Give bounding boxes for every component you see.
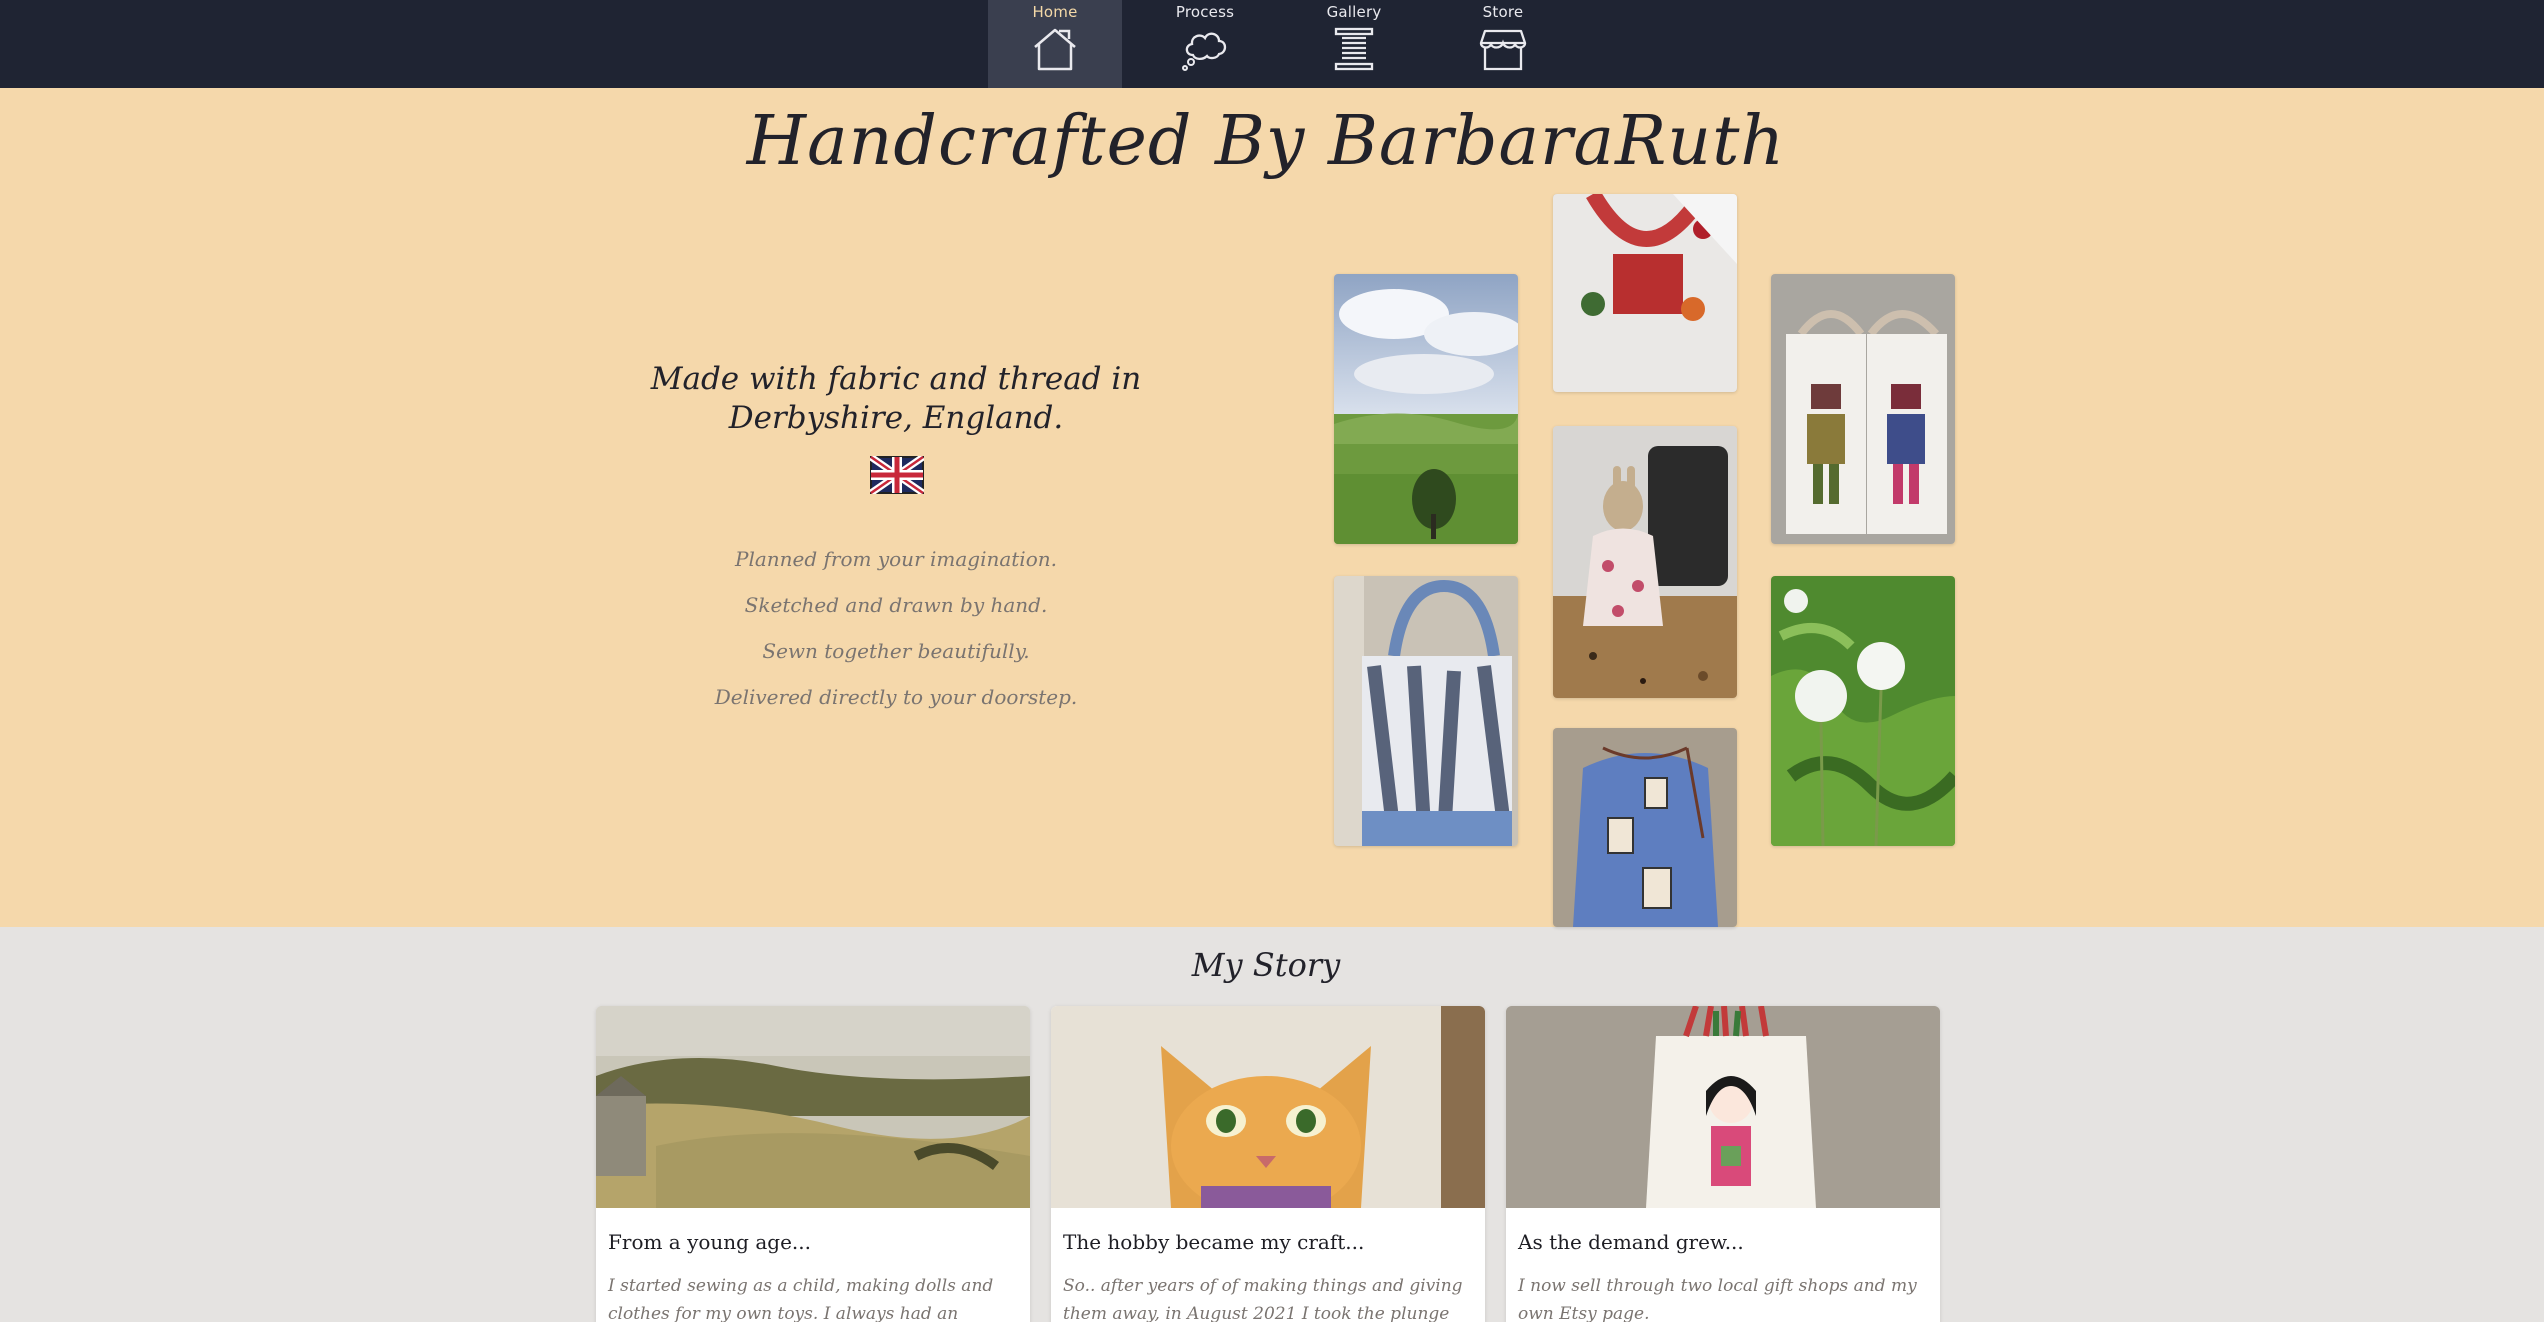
tile-dandelion-photo[interactable]: [1771, 576, 1955, 846]
story-heading: My Story: [1191, 946, 1341, 984]
nav-item-gallery[interactable]: Gallery: [1287, 0, 1421, 88]
story-card-young-age[interactable]: From a young age... I started sewing as …: [596, 1006, 1030, 1322]
thought-cloud-icon: [1182, 32, 1227, 71]
card-title: The hobby became my craft...: [1063, 1230, 1365, 1254]
card-text: I started sewing as a child, making doll…: [608, 1276, 994, 1322]
hero-tagline: Made with fabric and thread in Derbyshir…: [650, 361, 1142, 436]
story-card-hobby[interactable]: The hobby became my craft... So.. after …: [1051, 1006, 1485, 1322]
hero-steps-list: Planned from your imagination. Sketched …: [560, 536, 1232, 720]
hero-step: Planned from your imagination.: [734, 547, 1057, 571]
story-card-demand[interactable]: As the demand grew... I now sell through…: [1506, 1006, 1940, 1322]
nav-item-label: Process: [1175, 3, 1235, 21]
card-title: As the demand grew...: [1518, 1230, 1744, 1254]
tile-tote-bag-photo[interactable]: [1334, 576, 1518, 846]
top-navbar: Home Process Gallery Store: [0, 0, 2544, 96]
card-image-girl-pencil-case: [1506, 1006, 1940, 1208]
tile-countryside-photo[interactable]: [1334, 274, 1518, 544]
hero-section: Handcrafted By BarbaraRuth Made with fab…: [0, 88, 2544, 927]
tile-appliqued-bag-photo[interactable]: [1553, 194, 1737, 392]
site-title: Handcrafted By BarbaraRuth: [746, 102, 1786, 181]
tile-rabbit-doll-photo[interactable]: [1553, 426, 1737, 698]
union-jack-flag-icon: [870, 456, 924, 494]
nav-item-home[interactable]: Home: [988, 0, 1122, 96]
storefront-icon: [1479, 29, 1527, 71]
tile-drawstring-bag-photo[interactable]: [1553, 728, 1737, 927]
thread-spool-icon: [1334, 27, 1374, 71]
tile-robot-bags-photo[interactable]: [1771, 274, 1955, 544]
nav-item-process[interactable]: Process: [1138, 0, 1272, 88]
card-title: From a young age...: [608, 1230, 811, 1254]
card-text: I now sell through two local gift shops …: [1518, 1276, 1917, 1322]
hero-step: Delivered directly to your doorstep.: [714, 685, 1078, 709]
hero-step: Sketched and drawn by hand.: [744, 593, 1048, 617]
card-image-landscape: [596, 1006, 1030, 1208]
card-text: So.. after years of of making things and…: [1063, 1276, 1463, 1322]
nav-item-store[interactable]: Store: [1436, 0, 1570, 88]
nav-item-label: Store: [1482, 3, 1524, 21]
nav-item-label: Gallery: [1326, 3, 1382, 21]
nav-item-label: Home: [1032, 3, 1078, 21]
home-icon: [1034, 28, 1076, 71]
card-image-cat-applique: [1051, 1006, 1485, 1208]
hero-step: Sewn together beautifully.: [762, 639, 1030, 663]
